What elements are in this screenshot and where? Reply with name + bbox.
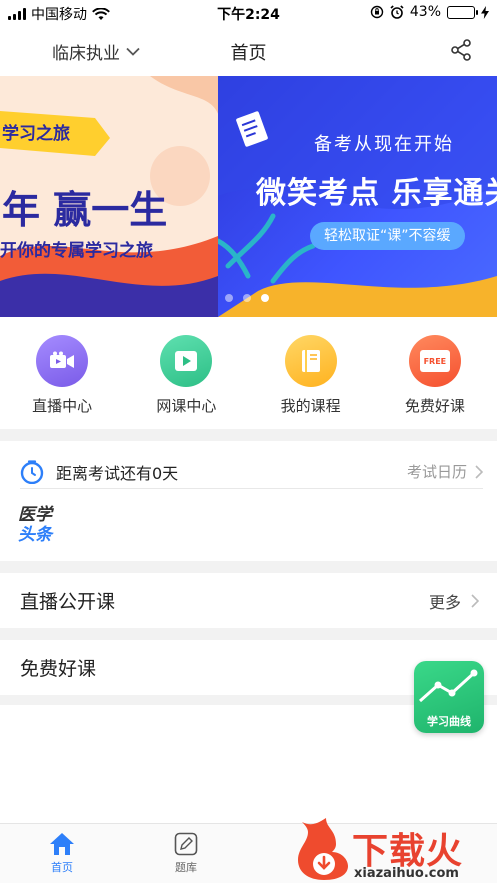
video-play-icon: [160, 335, 213, 387]
exam-countdown-card: 距离考试还有0天 考试日历 医学 头条: [0, 441, 497, 561]
quick-entry-label: 我的课程: [280, 397, 341, 415]
news-logo-bottom: 头条: [18, 525, 52, 545]
quick-entry-live[interactable]: 直播中心: [0, 317, 124, 429]
section-divider: [0, 429, 497, 441]
chevron-down-icon: [126, 47, 140, 56]
free-tag-icon: FREE: [408, 335, 461, 387]
quick-entry-label: 直播中心: [32, 397, 93, 415]
carousel-dot-active[interactable]: [261, 294, 269, 302]
exam-type-label: 临床执业: [52, 44, 120, 64]
tab-home[interactable]: 首页: [32, 832, 92, 875]
carousel-dot[interactable]: [243, 294, 251, 302]
alarm-icon: [390, 5, 404, 19]
orientation-lock-icon: [370, 5, 384, 19]
exam-calendar-label: 考试日历: [406, 463, 467, 481]
tab-question-bank[interactable]: 题库: [156, 832, 216, 875]
banner-headline-b: 微笑考点 乐享通关: [256, 176, 497, 211]
status-right: 43%: [370, 4, 489, 20]
section-live-open-classes: 直播公开课 更多: [0, 573, 497, 628]
exam-type-dropdown[interactable]: 临床执业: [52, 39, 140, 64]
free-tag-text: FREE: [423, 356, 447, 366]
carousel-dots: [225, 294, 269, 302]
banner-slide-study[interactable]: 学习之旅 年 赢一生 开你的专属学习之旅: [0, 76, 218, 317]
section-divider: [0, 561, 497, 573]
learning-curve-button[interactable]: 学习曲线: [414, 661, 484, 733]
download-site-watermark: 下载火 xiazaihuo.com: [292, 818, 497, 883]
quick-entry-online-course[interactable]: 网课中心: [124, 317, 248, 429]
banner-tagline-b: 备考从现在开始: [314, 134, 454, 155]
app-header: 临床执业 首页: [0, 26, 497, 76]
exam-calendar-link[interactable]: 考试日历: [407, 461, 483, 482]
more-label: 更多: [428, 592, 461, 612]
banner-pill-b: 轻松取证“课”不容缓: [310, 222, 465, 250]
banner-carousel[interactable]: 学习之旅 年 赢一生 开你的专属学习之旅 备考从现在开始 微笑考点 乐享通关 轻…: [0, 76, 497, 317]
book-icon: [284, 335, 337, 387]
banner-subline-a: 开你的专属学习之旅: [0, 241, 153, 261]
section-divider: [0, 628, 497, 640]
quick-entry-label: 网课中心: [156, 397, 217, 415]
tab-label: 题库: [175, 861, 197, 874]
quick-entry-grid: 直播中心 网课中心 我的课程 FREE 免费好课: [0, 317, 497, 429]
battery-icon: [447, 5, 478, 19]
banner-slide-exam[interactable]: 备考从现在开始 微笑考点 乐享通关 轻松取证“课”不容缓: [218, 76, 497, 317]
countdown-row[interactable]: 距离考试还有0天 考试日历: [20, 455, 483, 489]
section-title: 免费好课: [20, 658, 97, 680]
battery-percent: 43%: [409, 4, 441, 20]
share-icon[interactable]: [449, 38, 473, 62]
clock-icon: [20, 459, 44, 484]
quick-entry-free-course[interactable]: FREE 免费好课: [373, 317, 497, 429]
countdown-text: 距离考试还有0天: [56, 463, 179, 483]
banner-ribbon-text: 学习之旅: [2, 124, 70, 144]
medical-news-logo[interactable]: 医学 头条: [18, 505, 60, 549]
chevron-right-icon: [475, 464, 483, 479]
learning-curve-label: 学习曲线: [427, 715, 471, 728]
banner-headline-a: 年 赢一生: [2, 187, 168, 232]
carousel-dot[interactable]: [225, 294, 233, 302]
home-icon: [50, 833, 74, 855]
charging-icon: [481, 5, 489, 19]
tab-label: 首页: [51, 861, 73, 874]
trend-chart-icon: [419, 669, 478, 703]
flame-logo-icon: [298, 818, 348, 880]
watermark-domain: xiazaihuo.com: [354, 866, 459, 881]
quick-entry-label: 免费好课: [404, 397, 465, 415]
section-title: 直播公开课: [20, 591, 116, 613]
more-link[interactable]: 更多: [429, 589, 479, 613]
live-camera-icon: [36, 335, 89, 387]
news-logo-top: 医学: [18, 505, 52, 525]
quick-entry-my-courses[interactable]: 我的课程: [249, 317, 373, 429]
pencil-icon: [174, 832, 198, 856]
chevron-right-icon: [471, 593, 479, 608]
status-bar: 中国移动 下午2:24 43%: [0, 0, 497, 26]
